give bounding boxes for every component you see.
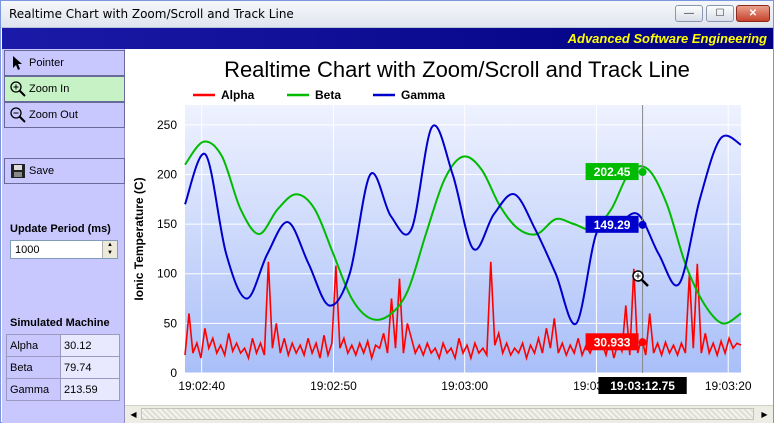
sim-name: Gamma	[6, 378, 61, 401]
scroll-right-icon[interactable]: ▶	[758, 408, 771, 421]
sim-value: 79.74	[60, 356, 120, 379]
simulated-machine-table: Alpha 30.12 Beta 79.74 Gamma 213.59	[6, 334, 120, 401]
y-tick-label: 100	[157, 267, 177, 281]
brand-text: Advanced Software Engineering	[567, 31, 767, 46]
y-tick-label: 0	[170, 366, 177, 380]
spin-up-icon[interactable]: ▲	[103, 241, 117, 249]
legend-entry: Beta	[315, 88, 341, 102]
sim-name: Beta	[6, 356, 61, 379]
legend-entry: Alpha	[221, 88, 255, 102]
chart-svg[interactable]: Realtime Chart with Zoom/Scroll and Trac…	[125, 49, 773, 405]
y-tick-label: 200	[157, 167, 177, 181]
sim-name: Alpha	[6, 334, 61, 357]
plot-background	[185, 105, 741, 373]
pointer-label: Pointer	[29, 57, 64, 69]
scroll-thumb[interactable]	[141, 408, 754, 420]
zoom-in-button[interactable]: Zoom In	[4, 76, 125, 102]
minimize-button[interactable]: —	[675, 5, 703, 22]
track-value-label: 202.45	[594, 165, 631, 179]
window-title: Realtime Chart with Zoom/Scroll and Trac…	[9, 7, 294, 21]
pointer-icon	[13, 56, 22, 70]
sim-value: 213.59	[60, 378, 120, 401]
y-axis-label: Ionic Temperature (C)	[132, 177, 146, 300]
track-time-label: 19:03:12.75	[610, 379, 675, 393]
update-period-value: 1000	[15, 244, 40, 256]
save-button[interactable]: Save	[4, 158, 125, 184]
track-point	[638, 338, 647, 347]
x-tick-label: 19:02:40	[178, 379, 225, 393]
close-button[interactable]: ✕	[736, 5, 770, 22]
chart-area[interactable]: Realtime Chart with Zoom/Scroll and Trac…	[125, 49, 773, 405]
sim-row: Beta 79.74	[6, 356, 120, 379]
sim-row: Gamma 213.59	[6, 378, 120, 401]
y-tick-label: 150	[157, 217, 177, 231]
x-tick-label: 19:03:00	[441, 379, 488, 393]
save-label: Save	[29, 165, 55, 177]
y-tick-label: 250	[157, 118, 177, 132]
legend: Alpha Beta Gamma	[193, 88, 445, 102]
zoom-out-label: Zoom Out	[29, 109, 78, 121]
spin-arrows[interactable]: ▲ ▼	[102, 241, 117, 258]
x-tick-label: 19:03:20	[705, 379, 752, 393]
zoom-out-button[interactable]: Zoom Out	[4, 102, 125, 128]
zoom-in-label: Zoom In	[29, 83, 70, 95]
x-tick-label: 19:02:50	[310, 379, 357, 393]
simulated-machine-heading: Simulated Machine	[10, 317, 110, 329]
track-point	[638, 168, 647, 177]
track-value-label: 30.933	[594, 335, 631, 349]
maximize-button[interactable]: ☐	[706, 5, 734, 22]
title-bar[interactable]: Realtime Chart with Zoom/Scroll and Trac…	[1, 1, 773, 28]
update-period-label: Update Period (ms)	[10, 223, 111, 235]
chart-title: Realtime Chart with Zoom/Scroll and Trac…	[224, 57, 690, 82]
horizontal-scrollbar[interactable]: ◀ ▶	[125, 405, 773, 423]
zoom-in-icon	[10, 81, 26, 97]
track-value-label: 149.29	[594, 218, 631, 232]
sim-row: Alpha 30.12	[6, 334, 120, 357]
pointer-button[interactable]: Pointer	[4, 50, 125, 76]
zoom-out-icon	[10, 107, 26, 123]
brand-banner: Advanced Software Engineering	[2, 28, 773, 49]
floppy-disk-icon	[11, 164, 25, 178]
y-ticks: 0 50 100 150 200 250	[157, 118, 177, 380]
scroll-left-icon[interactable]: ◀	[127, 408, 140, 421]
legend-entry: Gamma	[401, 88, 445, 102]
spin-down-icon[interactable]: ▼	[103, 249, 117, 257]
y-tick-label: 50	[164, 316, 178, 330]
update-period-spinbox[interactable]: 1000 ▲ ▼	[10, 240, 118, 259]
app-window: Realtime Chart with Zoom/Scroll and Trac…	[0, 0, 774, 423]
sidebar: Pointer Zoom In Zoom Out Save Update Per…	[2, 49, 125, 423]
track-point	[638, 220, 647, 229]
sim-value: 30.12	[60, 334, 120, 357]
